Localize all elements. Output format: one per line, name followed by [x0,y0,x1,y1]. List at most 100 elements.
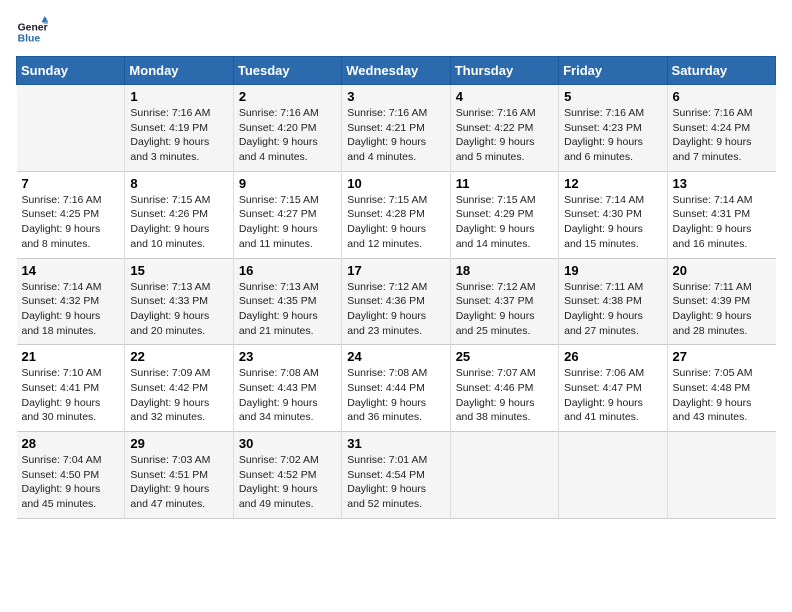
day-info: Sunrise: 7:14 AM Sunset: 4:30 PM Dayligh… [564,193,661,252]
header-cell-wednesday: Wednesday [342,57,450,85]
day-info: Sunrise: 7:13 AM Sunset: 4:33 PM Dayligh… [130,280,227,339]
day-number: 29 [130,436,227,451]
header-cell-saturday: Saturday [667,57,775,85]
day-cell [559,432,667,519]
day-number: 14 [22,263,120,278]
day-number: 16 [239,263,336,278]
week-row-2: 7 Sunrise: 7:16 AM Sunset: 4:25 PM Daylig… [17,171,776,258]
day-number: 27 [673,349,771,364]
day-number: 24 [347,349,444,364]
day-cell: 5 Sunrise: 7:16 AM Sunset: 4:23 PM Daylig… [559,85,667,172]
header-cell-sunday: Sunday [17,57,125,85]
day-cell: 29 Sunrise: 7:03 AM Sunset: 4:51 PM Dayli… [125,432,233,519]
day-cell: 10 Sunrise: 7:15 AM Sunset: 4:28 PM Dayli… [342,171,450,258]
day-cell: 22 Sunrise: 7:09 AM Sunset: 4:42 PM Dayli… [125,345,233,432]
day-cell: 4 Sunrise: 7:16 AM Sunset: 4:22 PM Daylig… [450,85,558,172]
day-cell: 30Sunrise: 7:02 AM Sunset: 4:52 PM Dayli… [233,432,341,519]
day-number: 15 [130,263,227,278]
day-info: Sunrise: 7:14 AM Sunset: 4:32 PM Dayligh… [22,280,120,339]
day-info: Sunrise: 7:12 AM Sunset: 4:37 PM Dayligh… [456,280,553,339]
day-number: 10 [347,176,444,191]
day-cell: 6Sunrise: 7:16 AM Sunset: 4:24 PM Daylig… [667,85,775,172]
day-info: Sunrise: 7:16 AM Sunset: 4:22 PM Dayligh… [456,106,553,165]
day-number: 6 [673,89,771,104]
week-row-3: 14 Sunrise: 7:14 AM Sunset: 4:32 PM Dayli… [17,258,776,345]
day-info: Sunrise: 7:13 AM Sunset: 4:35 PM Dayligh… [239,280,336,339]
day-number: 31 [347,436,444,451]
day-info: Sunrise: 7:16 AM Sunset: 4:19 PM Dayligh… [130,106,227,165]
header-cell-monday: Monday [125,57,233,85]
day-info: Sunrise: 7:05 AM Sunset: 4:48 PM Dayligh… [673,366,771,425]
day-cell: 13Sunrise: 7:14 AM Sunset: 4:31 PM Dayli… [667,171,775,258]
day-number: 1 [130,89,227,104]
day-info: Sunrise: 7:10 AM Sunset: 4:41 PM Dayligh… [22,366,120,425]
week-row-5: 28Sunrise: 7:04 AM Sunset: 4:50 PM Dayli… [17,432,776,519]
day-info: Sunrise: 7:16 AM Sunset: 4:21 PM Dayligh… [347,106,444,165]
svg-text:General: General [18,22,48,33]
day-number: 18 [456,263,553,278]
day-number: 7 [22,176,120,191]
day-info: Sunrise: 7:01 AM Sunset: 4:54 PM Dayligh… [347,453,444,512]
day-cell: 12 Sunrise: 7:14 AM Sunset: 4:30 PM Dayli… [559,171,667,258]
day-cell: 15 Sunrise: 7:13 AM Sunset: 4:33 PM Dayli… [125,258,233,345]
day-info: Sunrise: 7:16 AM Sunset: 4:23 PM Dayligh… [564,106,661,165]
day-info: Sunrise: 7:03 AM Sunset: 4:51 PM Dayligh… [130,453,227,512]
day-info: Sunrise: 7:11 AM Sunset: 4:39 PM Dayligh… [673,280,771,339]
day-info: Sunrise: 7:15 AM Sunset: 4:29 PM Dayligh… [456,193,553,252]
day-info: Sunrise: 7:08 AM Sunset: 4:43 PM Dayligh… [239,366,336,425]
day-info: Sunrise: 7:12 AM Sunset: 4:36 PM Dayligh… [347,280,444,339]
svg-text:Blue: Blue [18,34,41,45]
day-number: 22 [130,349,227,364]
day-cell: 21 Sunrise: 7:10 AM Sunset: 4:41 PM Dayli… [17,345,125,432]
day-number: 17 [347,263,444,278]
week-row-1: 1 Sunrise: 7:16 AM Sunset: 4:19 PM Daylig… [17,85,776,172]
day-info: Sunrise: 7:08 AM Sunset: 4:44 PM Dayligh… [347,366,444,425]
header-cell-thursday: Thursday [450,57,558,85]
day-info: Sunrise: 7:16 AM Sunset: 4:25 PM Dayligh… [22,193,120,252]
day-cell: 28Sunrise: 7:04 AM Sunset: 4:50 PM Dayli… [17,432,125,519]
day-cell: 26Sunrise: 7:06 AM Sunset: 4:47 PM Dayli… [559,345,667,432]
day-info: Sunrise: 7:16 AM Sunset: 4:20 PM Dayligh… [239,106,336,165]
day-cell: 7 Sunrise: 7:16 AM Sunset: 4:25 PM Daylig… [17,171,125,258]
header-row: SundayMondayTuesdayWednesdayThursdayFrid… [17,57,776,85]
day-cell: 9Sunrise: 7:15 AM Sunset: 4:27 PM Daylig… [233,171,341,258]
day-cell: 14 Sunrise: 7:14 AM Sunset: 4:32 PM Dayli… [17,258,125,345]
calendar-table: SundayMondayTuesdayWednesdayThursdayFrid… [16,56,776,519]
day-number: 5 [564,89,661,104]
day-number: 23 [239,349,336,364]
day-number: 21 [22,349,120,364]
day-info: Sunrise: 7:04 AM Sunset: 4:50 PM Dayligh… [22,453,120,512]
day-number: 4 [456,89,553,104]
day-cell: 2 Sunrise: 7:16 AM Sunset: 4:20 PM Daylig… [233,85,341,172]
day-number: 11 [456,176,553,191]
day-info: Sunrise: 7:15 AM Sunset: 4:28 PM Dayligh… [347,193,444,252]
day-cell: 25Sunrise: 7:07 AM Sunset: 4:46 PM Dayli… [450,345,558,432]
day-cell [17,85,125,172]
day-cell [667,432,775,519]
day-cell: 27 Sunrise: 7:05 AM Sunset: 4:48 PM Dayli… [667,345,775,432]
day-number: 25 [456,349,553,364]
day-number: 12 [564,176,661,191]
day-cell: 1 Sunrise: 7:16 AM Sunset: 4:19 PM Daylig… [125,85,233,172]
day-number: 2 [239,89,336,104]
header-cell-friday: Friday [559,57,667,85]
day-info: Sunrise: 7:15 AM Sunset: 4:26 PM Dayligh… [130,193,227,252]
day-cell [450,432,558,519]
day-cell: 24 Sunrise: 7:08 AM Sunset: 4:44 PM Dayli… [342,345,450,432]
week-row-4: 21 Sunrise: 7:10 AM Sunset: 4:41 PM Dayli… [17,345,776,432]
day-cell: 23 Sunrise: 7:08 AM Sunset: 4:43 PM Dayli… [233,345,341,432]
day-info: Sunrise: 7:09 AM Sunset: 4:42 PM Dayligh… [130,366,227,425]
header-cell-tuesday: Tuesday [233,57,341,85]
day-cell: 17 Sunrise: 7:12 AM Sunset: 4:36 PM Dayli… [342,258,450,345]
day-number: 19 [564,263,661,278]
day-cell: 19 Sunrise: 7:11 AM Sunset: 4:38 PM Dayli… [559,258,667,345]
logo-icon: General Blue [16,16,48,48]
day-cell: 20Sunrise: 7:11 AM Sunset: 4:39 PM Dayli… [667,258,775,345]
day-info: Sunrise: 7:11 AM Sunset: 4:38 PM Dayligh… [564,280,661,339]
day-info: Sunrise: 7:14 AM Sunset: 4:31 PM Dayligh… [673,193,771,252]
day-number: 8 [130,176,227,191]
page-header: General Blue [16,16,776,48]
day-number: 30 [239,436,336,451]
day-number: 26 [564,349,661,364]
day-cell: 8 Sunrise: 7:15 AM Sunset: 4:26 PM Daylig… [125,171,233,258]
